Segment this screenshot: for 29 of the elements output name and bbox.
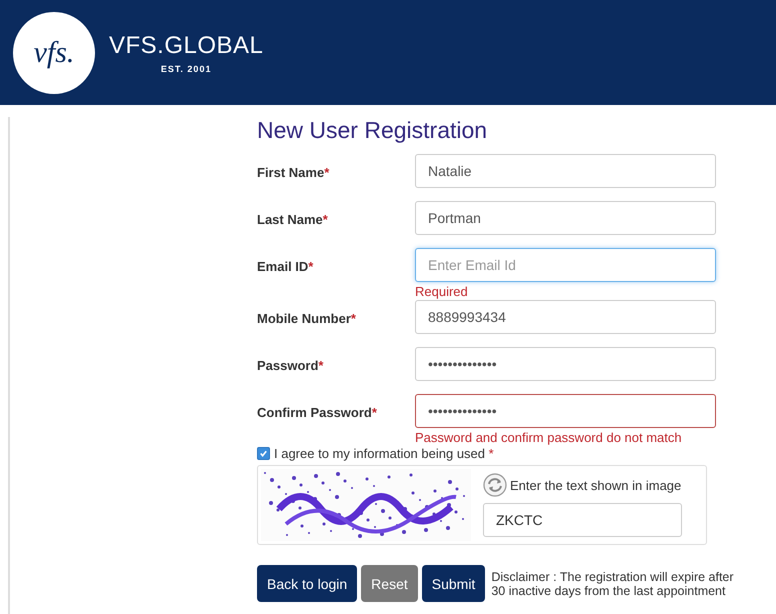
disclaimer-text: 30 inactive days from the last appointment xyxy=(491,584,726,598)
page-title: New User Registration xyxy=(257,117,488,144)
input-field[interactable]: •••••••••••••• xyxy=(415,347,716,381)
refresh-icon[interactable] xyxy=(483,473,507,497)
consent-label: I agree to my information being used * xyxy=(274,446,494,461)
checkbox[interactable] xyxy=(257,447,270,460)
submit-button[interactable]: Submit xyxy=(422,565,486,602)
input-field[interactable]: 8889993434 xyxy=(415,300,716,334)
input-field[interactable]: •••••••••••••• xyxy=(415,394,716,428)
brand-established: EST. 2001 xyxy=(160,64,212,74)
reset-button[interactable]: Reset xyxy=(361,565,418,602)
brand-name: VFS.GLOBAL xyxy=(109,32,264,60)
field-label: Password* xyxy=(257,357,324,375)
field-label: First Name* xyxy=(257,164,330,182)
input-field[interactable]: Natalie xyxy=(415,154,716,188)
input-field[interactable]: Enter Email Id xyxy=(415,248,716,282)
field-label: Mobile Number* xyxy=(257,310,357,328)
field-label: Email ID* xyxy=(257,258,314,276)
field-label: Confirm Password* xyxy=(257,404,378,422)
error-message: Required xyxy=(415,284,469,300)
captcha-prompt: Enter the text shown in image xyxy=(510,478,682,492)
input-field[interactable]: Portman xyxy=(415,201,716,235)
captcha-field[interactable]: ZKCTC xyxy=(483,503,682,537)
check-icon xyxy=(259,449,268,458)
back-button[interactable]: Back to login xyxy=(257,565,358,602)
disclaimer-text: Disclaimer : The registration will expire after xyxy=(491,570,734,584)
error-message: Password and confirm password do not match xyxy=(415,430,683,446)
field-label: Last Name* xyxy=(257,211,329,229)
logo-text: vfs. xyxy=(34,36,74,70)
